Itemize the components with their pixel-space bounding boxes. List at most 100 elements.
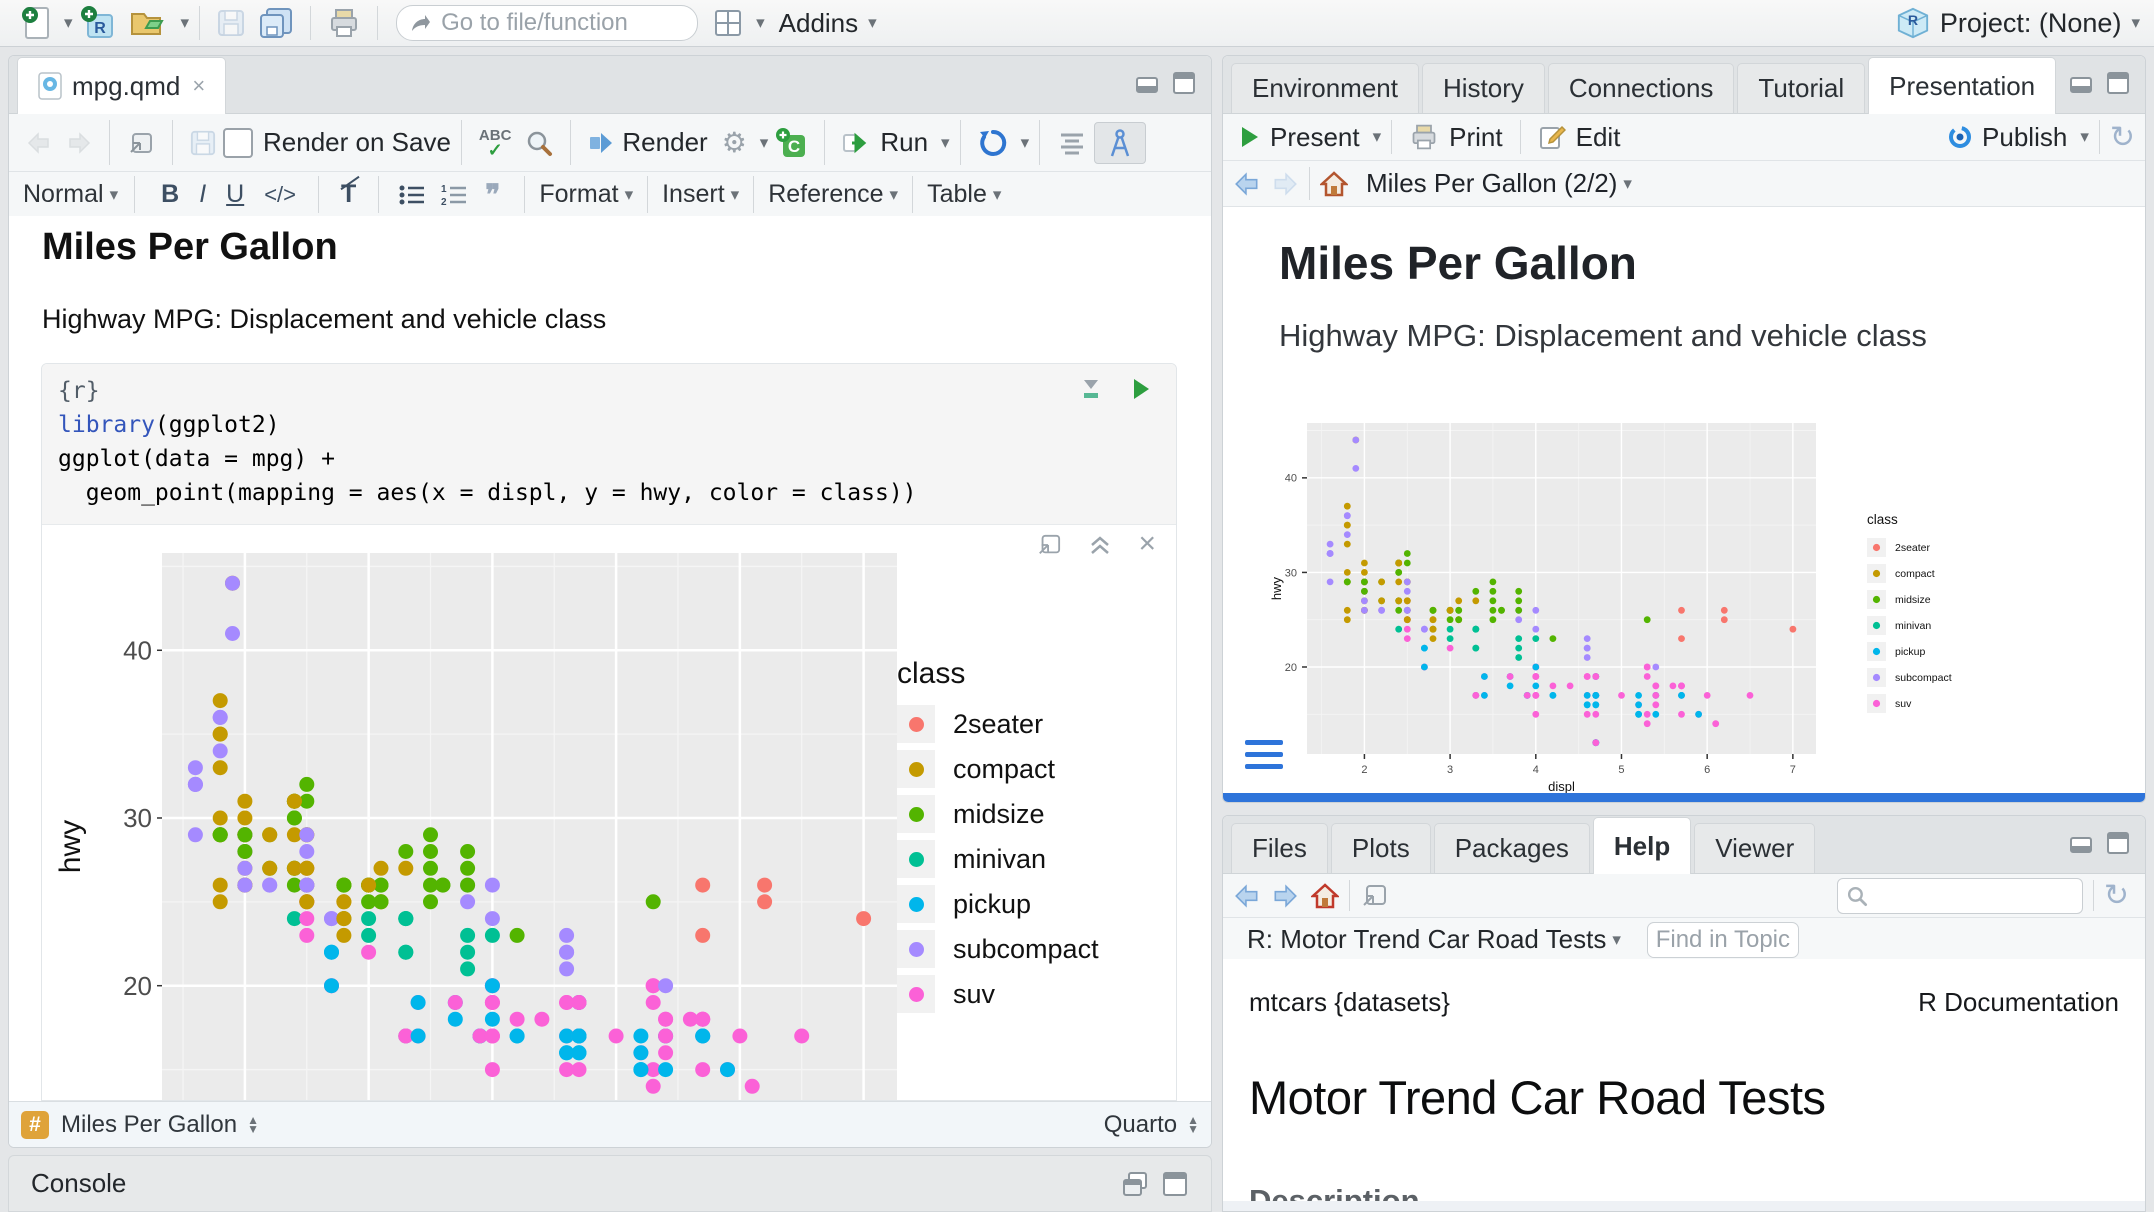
outline-toggle-icon[interactable] <box>1050 127 1094 159</box>
popout-source-icon[interactable] <box>120 126 162 160</box>
chunk-code[interactable]: {r} library(ggplot2)ggplot(data = mpg) +… <box>42 364 1176 525</box>
addins-menu[interactable]: Addins <box>779 8 859 39</box>
bold-button[interactable]: B <box>161 180 179 209</box>
reference-menu[interactable]: Reference <box>768 180 883 209</box>
help-back-icon[interactable] <box>1233 883 1261 909</box>
tab-packages[interactable]: Packages <box>1434 823 1590 873</box>
new-file-caret[interactable]: ▾ <box>64 13 73 33</box>
back-icon[interactable] <box>19 127 59 159</box>
tab-tutorial[interactable]: Tutorial <box>1737 63 1865 113</box>
present-caret[interactable]: ▾ <box>1373 127 1382 147</box>
render-on-save-checkbox[interactable] <box>223 128 253 158</box>
clear-format-button[interactable]: T <box>341 180 356 209</box>
tab-files[interactable]: Files <box>1231 823 1328 873</box>
rerun-icon[interactable] <box>971 124 1015 162</box>
outline-updown-icon[interactable]: ▲▼ <box>247 1116 259 1134</box>
minimize-pane-icon[interactable] <box>2069 70 2095 96</box>
paragraph-style-caret[interactable]: ▾ <box>110 185 119 205</box>
run-button[interactable]: Run <box>835 123 935 162</box>
console-maximize-icon[interactable] <box>1161 1170 1189 1198</box>
code-button[interactable]: </> <box>264 182 296 208</box>
maximize-pane-icon[interactable] <box>2105 830 2131 856</box>
save-doc-icon[interactable] <box>183 126 223 160</box>
render-settings-gear-icon[interactable]: ⚙ <box>715 122 754 163</box>
forward-icon[interactable] <box>59 127 99 159</box>
maximize-pane-icon[interactable] <box>1171 70 1197 96</box>
help-home-icon[interactable] <box>1311 883 1339 909</box>
blockquote-button[interactable]: ❞ <box>485 178 500 211</box>
slide-back-icon[interactable] <box>1233 171 1261 197</box>
insert-menu[interactable]: Insert <box>662 180 725 209</box>
format-menu[interactable]: Format <box>539 180 618 209</box>
open-recent-caret[interactable]: ▾ <box>181 13 190 33</box>
minimize-pane-icon[interactable] <box>1135 70 1161 96</box>
italic-button[interactable]: I <box>199 180 206 209</box>
mode-updown-icon[interactable]: ▲▼ <box>1187 1116 1199 1134</box>
slide-breadcrumb-caret[interactable]: ▾ <box>1623 174 1632 194</box>
reference-menu-caret[interactable]: ▾ <box>890 185 899 205</box>
doc-mode-label[interactable]: Quarto <box>1104 1111 1177 1139</box>
tab-connections[interactable]: Connections <box>1548 63 1735 113</box>
publish-caret[interactable]: ▾ <box>2080 127 2089 147</box>
rerun-caret[interactable]: ▾ <box>1021 133 1030 153</box>
insert-chunk-button[interactable]: C <box>768 123 814 163</box>
refresh-icon[interactable]: ↻ <box>2110 120 2135 155</box>
addins-caret[interactable]: ▾ <box>868 13 877 33</box>
visual-editor-toggle[interactable] <box>1094 122 1146 164</box>
slide-forward-icon[interactable] <box>1271 171 1299 197</box>
slide-breadcrumb[interactable]: Miles Per Gallon (2/2) <box>1366 168 1617 199</box>
tab-mpg-qmd[interactable]: mpg.qmd × <box>17 57 226 114</box>
goto-file-search[interactable]: Go to file/function <box>396 5 698 41</box>
save-all-button[interactable] <box>252 3 300 43</box>
tab-plots[interactable]: Plots <box>1331 823 1431 873</box>
tab-viewer[interactable]: Viewer <box>1694 823 1815 873</box>
tab-history[interactable]: History <box>1422 63 1545 113</box>
slide-menu-icon[interactable] <box>1245 740 1283 769</box>
run-chunks-above-icon[interactable] <box>1078 376 1104 402</box>
status-outline-label[interactable]: Miles Per Gallon <box>61 1111 237 1139</box>
help-topic-select[interactable]: R: Motor Trend Car Road Tests <box>1247 924 1606 955</box>
run-caret[interactable]: ▾ <box>941 133 950 153</box>
help-forward-icon[interactable] <box>1271 883 1299 909</box>
help-popout-icon[interactable] <box>1360 883 1388 909</box>
run-chunk-icon[interactable] <box>1130 376 1152 402</box>
tab-environment[interactable]: Environment <box>1231 63 1419 113</box>
help-topic-caret[interactable]: ▾ <box>1612 930 1621 950</box>
numbered-list-button[interactable]: 12 <box>433 179 475 211</box>
console-restore-icon[interactable] <box>1121 1170 1149 1198</box>
print-slides-button[interactable]: Print <box>1402 118 1509 157</box>
tab-help[interactable]: Help <box>1593 817 1691 874</box>
print-button[interactable] <box>321 3 367 43</box>
home-slide-icon[interactable] <box>1320 171 1348 197</box>
present-button[interactable]: Present <box>1233 118 1367 157</box>
project-caret[interactable]: ▾ <box>2131 13 2140 33</box>
new-file-button[interactable] <box>14 2 58 44</box>
help-refresh-icon[interactable]: ↻ <box>2104 878 2129 913</box>
save-button[interactable] <box>210 5 252 41</box>
paragraph-style-select[interactable]: Normal <box>23 180 104 209</box>
find-replace-icon[interactable] <box>518 125 560 161</box>
tab-close-icon[interactable]: × <box>192 73 205 99</box>
collapse-output-icon[interactable] <box>1088 533 1112 557</box>
spellcheck-icon[interactable]: ABC✓ <box>472 125 519 161</box>
open-file-button[interactable] <box>123 3 175 43</box>
table-menu[interactable]: Table <box>927 180 987 209</box>
document-body[interactable]: Miles Per Gallon Highway MPG: Displaceme… <box>9 216 1211 1101</box>
insert-menu-caret[interactable]: ▾ <box>731 185 740 205</box>
popout-output-icon[interactable] <box>1036 533 1062 557</box>
help-search-input[interactable] <box>1837 878 2083 914</box>
format-menu-caret[interactable]: ▾ <box>625 185 634 205</box>
render-button[interactable]: Render <box>581 123 714 162</box>
minimize-pane-icon[interactable] <box>2069 830 2095 856</box>
render-settings-caret[interactable]: ▾ <box>760 133 769 153</box>
new-project-button[interactable]: R <box>73 1 123 45</box>
maximize-pane-icon[interactable] <box>2105 70 2131 96</box>
table-menu-caret[interactable]: ▾ <box>993 185 1002 205</box>
bullet-list-button[interactable] <box>391 179 433 211</box>
project-menu[interactable]: Project: (None) <box>1940 8 2122 39</box>
find-in-topic-input[interactable]: Find in Topic <box>1647 922 1799 958</box>
tab-presentation[interactable]: Presentation <box>1868 57 2056 114</box>
clear-output-icon[interactable]: × <box>1138 533 1156 557</box>
underline-button[interactable]: U <box>226 180 244 209</box>
help-content[interactable]: mtcars {datasets} R Documentation Motor … <box>1223 959 2145 1201</box>
